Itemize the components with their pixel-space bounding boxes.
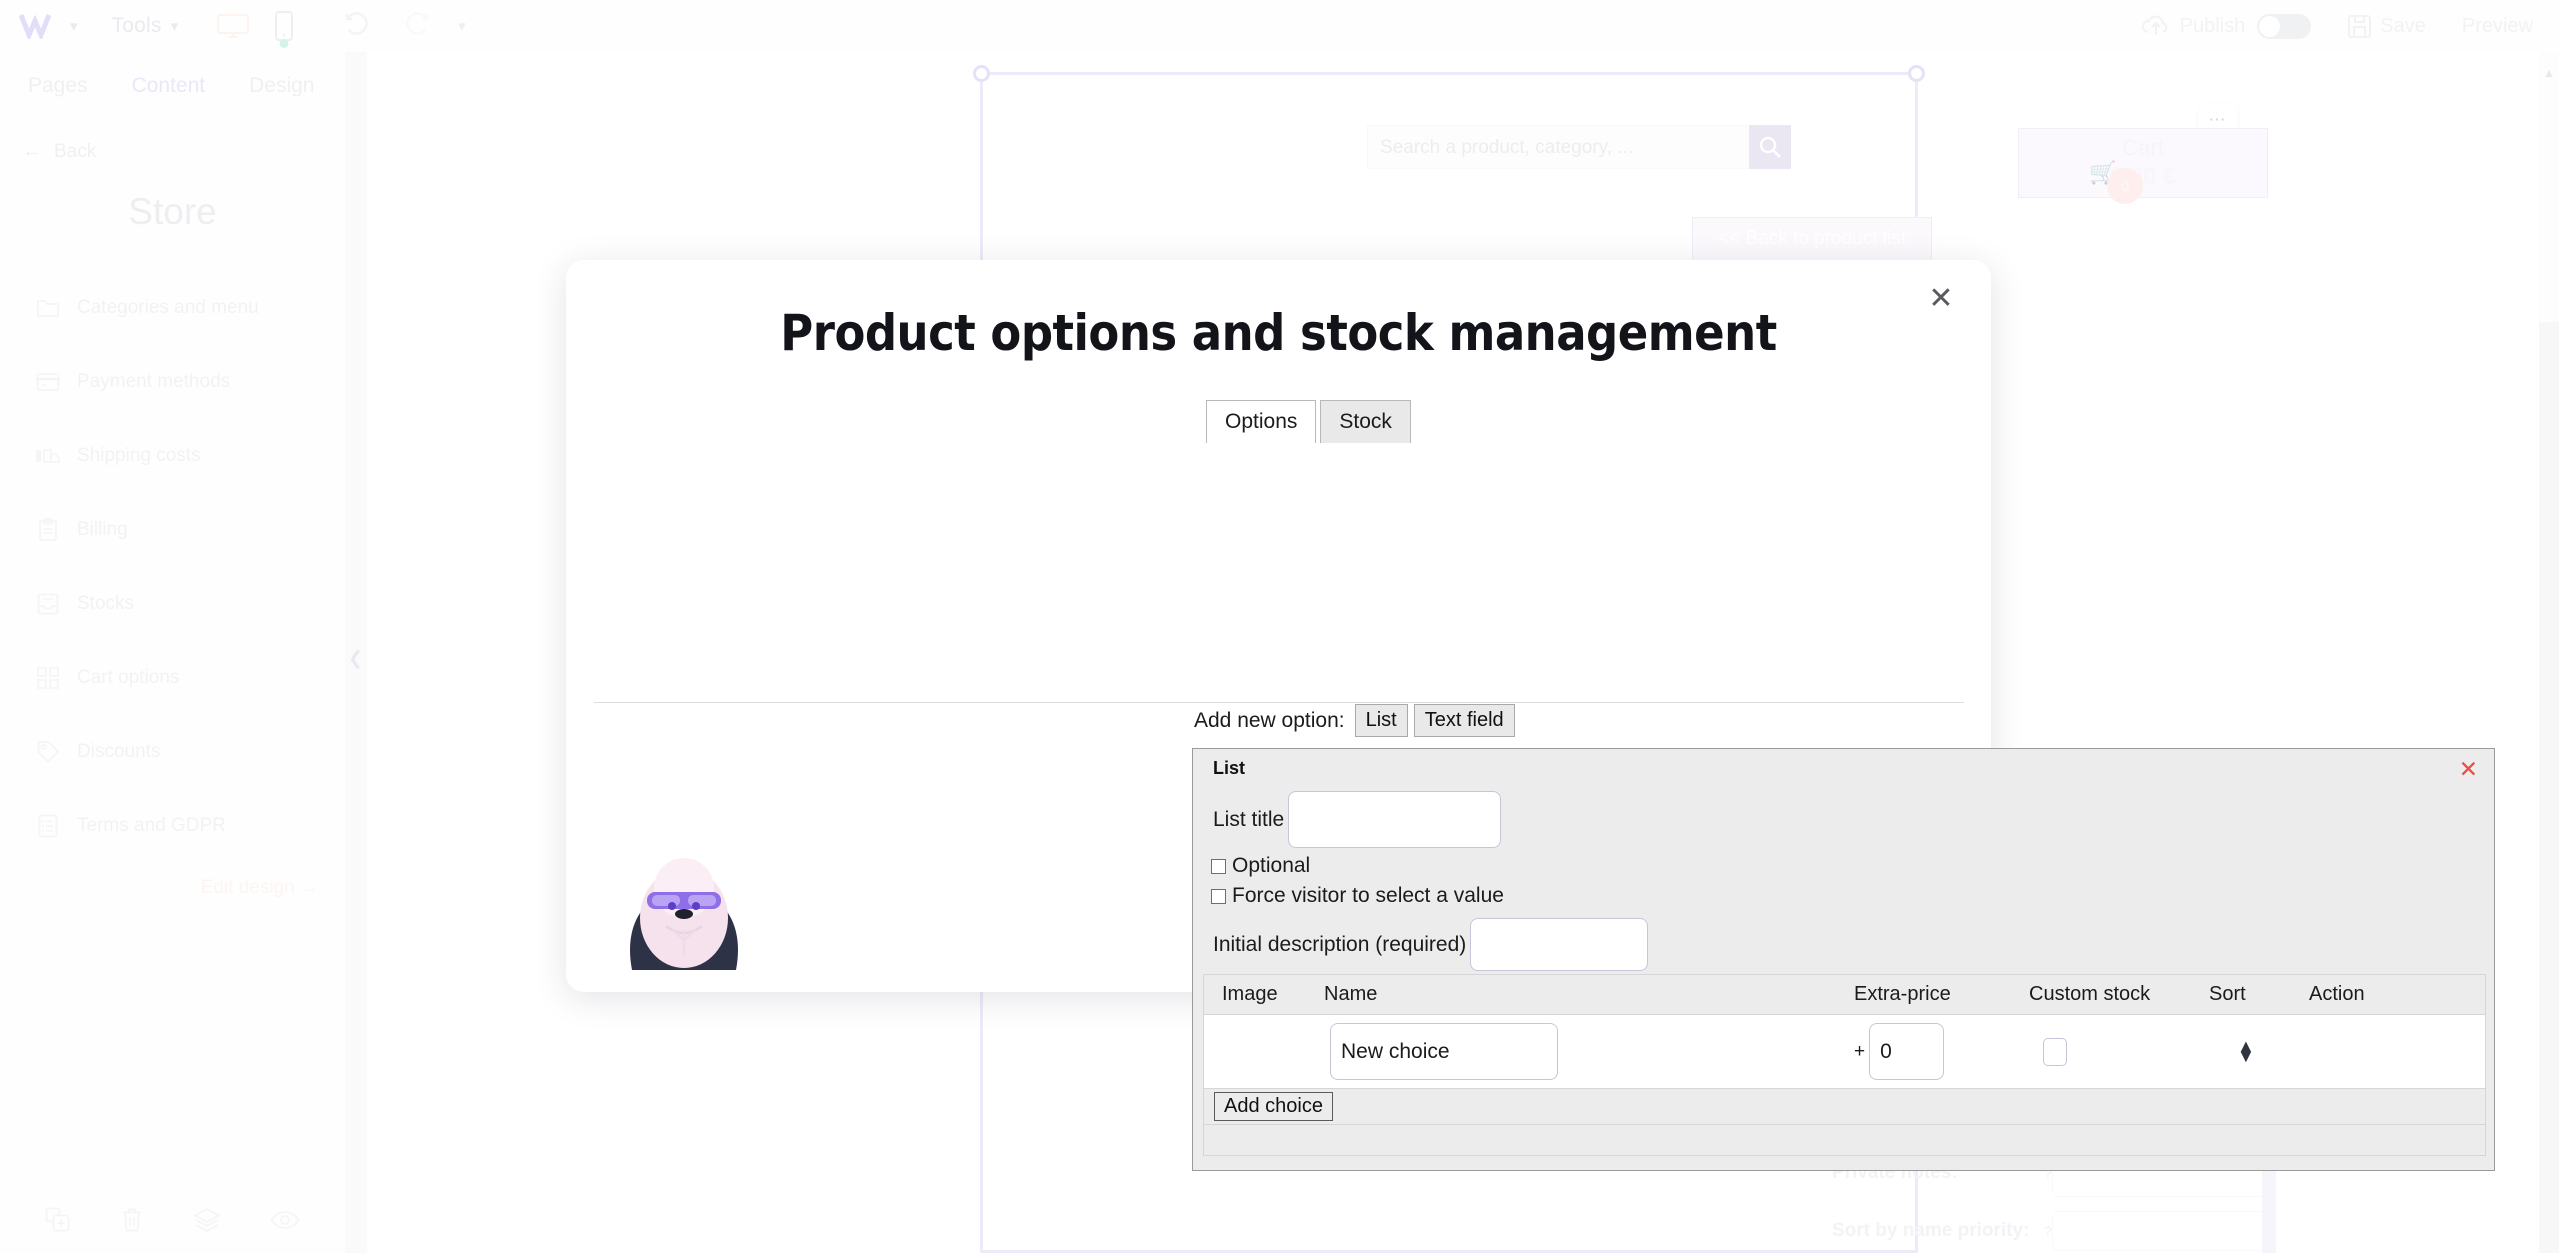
force-select-label: Force visitor to select a value bbox=[1232, 884, 1504, 907]
add-new-option-bar: Add new option: List Text field bbox=[1194, 704, 1515, 737]
cell-extra-price: + 0 bbox=[1854, 1023, 2029, 1080]
add-choice-row: Add choice bbox=[1204, 1089, 2485, 1125]
header-action: Action bbox=[2309, 983, 2365, 1005]
force-select-row[interactable]: Force visitor to select a value bbox=[1193, 884, 2494, 908]
extra-price-prefix: + bbox=[1854, 1040, 1866, 1062]
modal-tabs: Options Stock bbox=[1206, 400, 1991, 443]
cell-custom-stock bbox=[2029, 1037, 2209, 1066]
list-title-input[interactable] bbox=[1288, 791, 1502, 848]
initial-description-label: Initial description (required) bbox=[1213, 932, 1467, 956]
modal-title: Product options and stock management bbox=[780, 304, 1777, 362]
product-options-modal: ✕ Product options and stock management O… bbox=[566, 260, 2495, 1171]
list-title-label: List title bbox=[1213, 807, 1285, 831]
list-title-row: List title bbox=[1193, 791, 2494, 848]
choices-table: Image Name Extra-price Custom stock Sort… bbox=[1203, 974, 2486, 1156]
header-image: Image bbox=[1222, 983, 1278, 1005]
tab-options[interactable]: Options bbox=[1206, 400, 1317, 443]
force-select-checkbox[interactable] bbox=[1211, 888, 1226, 904]
add-choice-button[interactable]: Add choice bbox=[1214, 1092, 1333, 1121]
custom-stock-checkbox[interactable] bbox=[2043, 1037, 2067, 1066]
optional-checkbox[interactable] bbox=[1211, 858, 1226, 874]
header-name: Name bbox=[1324, 983, 1378, 1005]
list-panel-heading: List bbox=[1213, 758, 1246, 778]
mascot-illustration bbox=[614, 858, 754, 970]
table-header-row: Image Name Extra-price Custom stock Sort… bbox=[1204, 975, 2485, 1015]
table-footer bbox=[1204, 1125, 2485, 1155]
add-text-field-button[interactable]: Text field bbox=[1413, 704, 1515, 737]
optional-label: Optional bbox=[1232, 854, 1311, 877]
optional-row[interactable]: Optional bbox=[1193, 854, 2494, 878]
add-new-option-label: Add new option: bbox=[1194, 708, 1345, 732]
close-icon[interactable]: ✕ bbox=[1921, 278, 1961, 318]
sort-updown-icon[interactable]: ▲ ▼ bbox=[2237, 1037, 2255, 1065]
initial-description-row: Initial description (required) bbox=[1193, 918, 2494, 971]
cell-name: New choice bbox=[1324, 1023, 1854, 1080]
list-option-panel: ✕ List List title Optional Force visitor… bbox=[1192, 748, 2495, 1171]
add-list-button[interactable]: List bbox=[1354, 704, 1408, 737]
extra-price-input[interactable]: 0 bbox=[1869, 1023, 1945, 1080]
tab-underline bbox=[594, 702, 1964, 703]
header-extra-price: Extra-price bbox=[1854, 983, 1951, 1005]
table-row: New choice + 0 ▲ ▼ bbox=[1204, 1015, 2485, 1089]
initial-description-input[interactable] bbox=[1470, 918, 1649, 971]
close-red-icon[interactable]: ✕ bbox=[2459, 756, 2478, 783]
choice-name-input[interactable]: New choice bbox=[1330, 1023, 1558, 1080]
tab-stock[interactable]: Stock bbox=[1320, 400, 1411, 443]
cell-sort: ▲ ▼ bbox=[2209, 1037, 2309, 1065]
header-sort: Sort bbox=[2209, 983, 2246, 1005]
header-custom-stock: Custom stock bbox=[2029, 983, 2151, 1005]
